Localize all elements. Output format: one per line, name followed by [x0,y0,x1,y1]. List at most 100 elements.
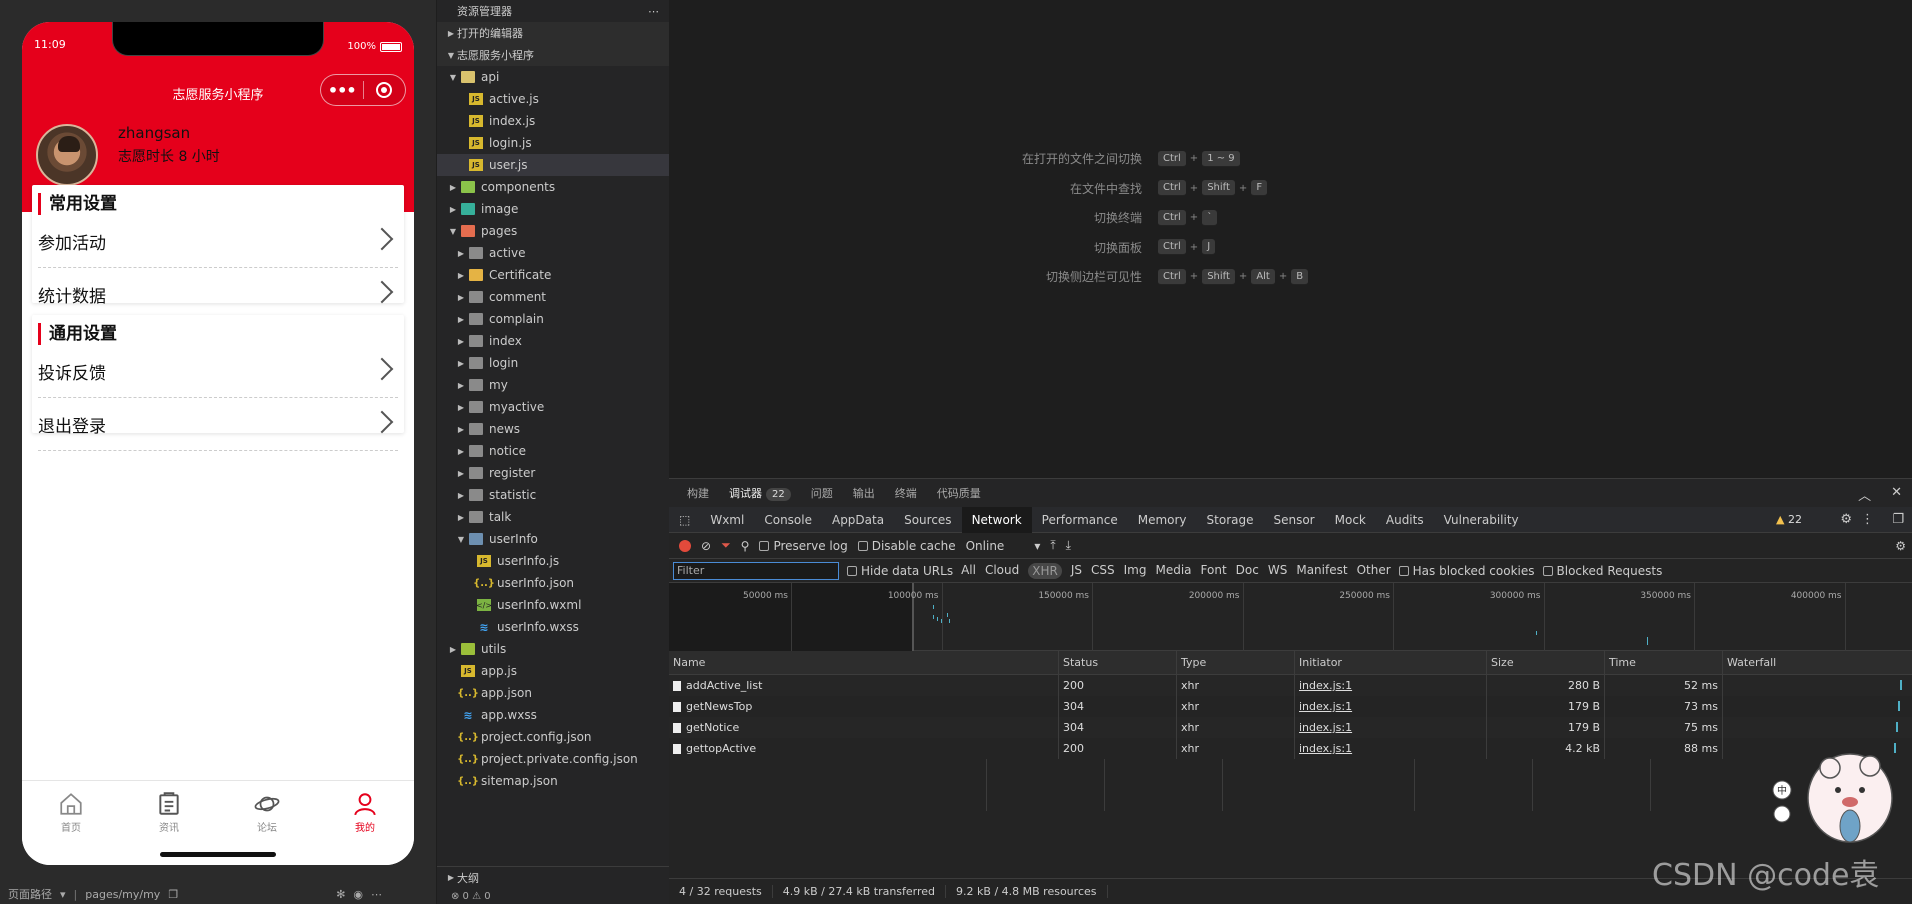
outline-section[interactable]: ▶ 大纲 [437,866,670,888]
tab-console[interactable]: Console [754,507,822,533]
close-icon[interactable]: ✕ [1891,485,1902,504]
copy-icon[interactable]: ❐ [168,888,178,901]
cell-initiator[interactable]: index.js:1 [1295,696,1487,717]
filter-icon[interactable]: ⏷ [721,538,731,553]
inspect-icon[interactable]: ⬚ [669,507,700,533]
page-path-label[interactable]: 页面路径 [8,886,52,902]
type-filter-css[interactable]: CSS [1091,563,1115,579]
tree-item-user-js[interactable]: JS user.js [437,154,669,176]
throttle-select[interactable]: Online ▾ [966,539,1041,553]
tree-item-api[interactable]: ▼ api [437,66,669,88]
tree-item-news[interactable]: ▶ news [437,418,669,440]
tab-output[interactable]: 输出 [853,485,875,501]
tab-performance[interactable]: Performance [1032,507,1128,533]
network-overview[interactable]: 50000 ms 100000 ms 150000 ms 200000 ms 25000… [669,583,1912,651]
tree-item-my[interactable]: ▶ my [437,374,669,396]
tree-item-app-json[interactable]: {..} app.json [437,682,669,704]
tree-item-comment[interactable]: ▶ comment [437,286,669,308]
settings-icon[interactable]: ⚙ [1840,512,1852,527]
column-header-type[interactable]: Type [1177,651,1295,674]
table-row[interactable]: gettopActive 200 xhr index.js:1 4.2 kB 88 ms [669,738,1912,759]
tab-network[interactable]: Network [961,506,1032,533]
tree-item-project-config-json[interactable]: {..} project.config.json [437,726,669,748]
search-icon[interactable]: ⚲ [741,539,750,553]
cell-initiator[interactable]: index.js:1 [1295,738,1487,759]
tree-item-utils[interactable]: ▶ utils [437,638,669,660]
tab-wxml[interactable]: Wxml [700,507,754,533]
menu-item-feedback[interactable]: 投诉反馈 [38,345,398,398]
disable-cache-checkbox[interactable]: Disable cache [857,539,956,553]
cell-initiator[interactable]: index.js:1 [1295,675,1487,696]
filter-input[interactable]: Filter [673,561,839,580]
tree-item-image[interactable]: ▶ image [437,198,669,220]
avatar[interactable] [36,124,98,186]
column-header-time[interactable]: Time [1605,651,1723,674]
tab-storage[interactable]: Storage [1197,507,1264,533]
more-icon[interactable]: ⋮ [1861,512,1874,527]
tree-item-app-js[interactable]: JS app.js [437,660,669,682]
tab-mine[interactable]: 我的 [316,781,414,865]
tab-sources[interactable]: Sources [894,507,961,533]
tree-item-pages[interactable]: ▼ pages [437,220,669,242]
tree-item-app-wxss[interactable]: ≋ app.wxss [437,704,669,726]
column-header-waterfall[interactable]: Waterfall [1723,651,1912,674]
tab-debugger[interactable]: 调试器 22 [729,485,791,501]
column-header-status[interactable]: Status [1059,651,1177,674]
type-filter-xhr[interactable]: XHR [1028,562,1062,579]
hide-data-urls-checkbox[interactable]: Hide data URLs [847,564,953,578]
table-row[interactable]: addActive_list 200 xhr index.js:1 280 B 52 ms [669,675,1912,696]
type-filter-all[interactable]: All [961,563,976,579]
tree-item-project-private-config-json[interactable]: {..} project.private.config.json [437,748,669,770]
tree-item-sitemap-json[interactable]: {..} sitemap.json [437,770,669,792]
blocked-requests-checkbox[interactable]: Blocked Requests [1542,564,1662,578]
menu-item-join-activity[interactable]: 参加活动 [38,215,398,268]
preserve-log-checkbox[interactable]: Preserve log [759,539,848,553]
tree-item-active[interactable]: ▶ active [437,242,669,264]
download-icon[interactable]: ⤓ [1066,538,1071,553]
problems-status[interactable]: ⊗ 0 ⚠ 0 [437,888,670,904]
tree-item-notice[interactable]: ▶ notice [437,440,669,462]
tree-item-login[interactable]: ▶ login [437,352,669,374]
tree-item-talk[interactable]: ▶ talk [437,506,669,528]
type-filter-other[interactable]: Other [1357,563,1391,579]
eye-icon[interactable]: ◉ [353,888,363,901]
tree-item-components[interactable]: ▶ components [437,176,669,198]
tab-home[interactable]: 首页 [22,781,120,865]
open-editors-section[interactable]: ▶ 打开的编辑器 [437,22,669,44]
type-filter-cloud[interactable]: Cloud [985,563,1019,579]
warning-count[interactable]: ▲ 22 [1776,513,1802,526]
column-header-initiator[interactable]: Initiator [1295,651,1487,674]
tree-item-userinfo-wxss[interactable]: ≋ userInfo.wxss [437,616,669,638]
type-filter-img[interactable]: Img [1124,563,1147,579]
tree-item-index[interactable]: ▶ index [437,330,669,352]
blocked-cookies-checkbox[interactable]: Has blocked cookies [1398,564,1535,578]
menu-item-statistics[interactable]: 统计数据 [38,268,398,321]
tree-item-login-js[interactable]: JS login.js [437,132,669,154]
column-header-name[interactable]: Name [669,651,1059,674]
more-actions-icon[interactable]: ⋯ [648,5,659,18]
tab-build[interactable]: 构建 [687,485,709,501]
project-section[interactable]: ▼ 志愿服务小程序 [437,44,669,66]
capsule-menu[interactable]: ••• [320,74,406,106]
tree-item-complain[interactable]: ▶ complain [437,308,669,330]
tab-audits[interactable]: Audits [1376,507,1434,533]
tree-item-certificate[interactable]: ▶ Certificate [437,264,669,286]
type-filter-media[interactable]: Media [1155,563,1191,579]
tab-terminal[interactable]: 终端 [895,485,917,501]
tab-memory[interactable]: Memory [1128,507,1197,533]
type-filter-font[interactable]: Font [1201,563,1227,579]
tab-vulnerability[interactable]: Vulnerability [1434,507,1529,533]
record-icon[interactable] [679,539,691,552]
more-icon[interactable]: ⋯ [371,888,382,901]
settings-icon[interactable]: ⚙ [1895,539,1906,553]
type-filter-manifest[interactable]: Manifest [1296,563,1347,579]
tree-item-userinfo[interactable]: ▼ userInfo [437,528,669,550]
tree-item-register[interactable]: ▶ register [437,462,669,484]
column-header-size[interactable]: Size [1487,651,1605,674]
menu-item-logout[interactable]: 退出登录 [38,398,398,451]
tree-item-userinfo-json[interactable]: {..} userInfo.json [437,572,669,594]
clear-icon[interactable]: ⊘ [701,539,711,553]
table-row[interactable]: getNewsTop 304 xhr index.js:1 179 B 73 ms [669,696,1912,717]
tree-item-myactive[interactable]: ▶ myactive [437,396,669,418]
tab-appdata[interactable]: AppData [822,507,894,533]
